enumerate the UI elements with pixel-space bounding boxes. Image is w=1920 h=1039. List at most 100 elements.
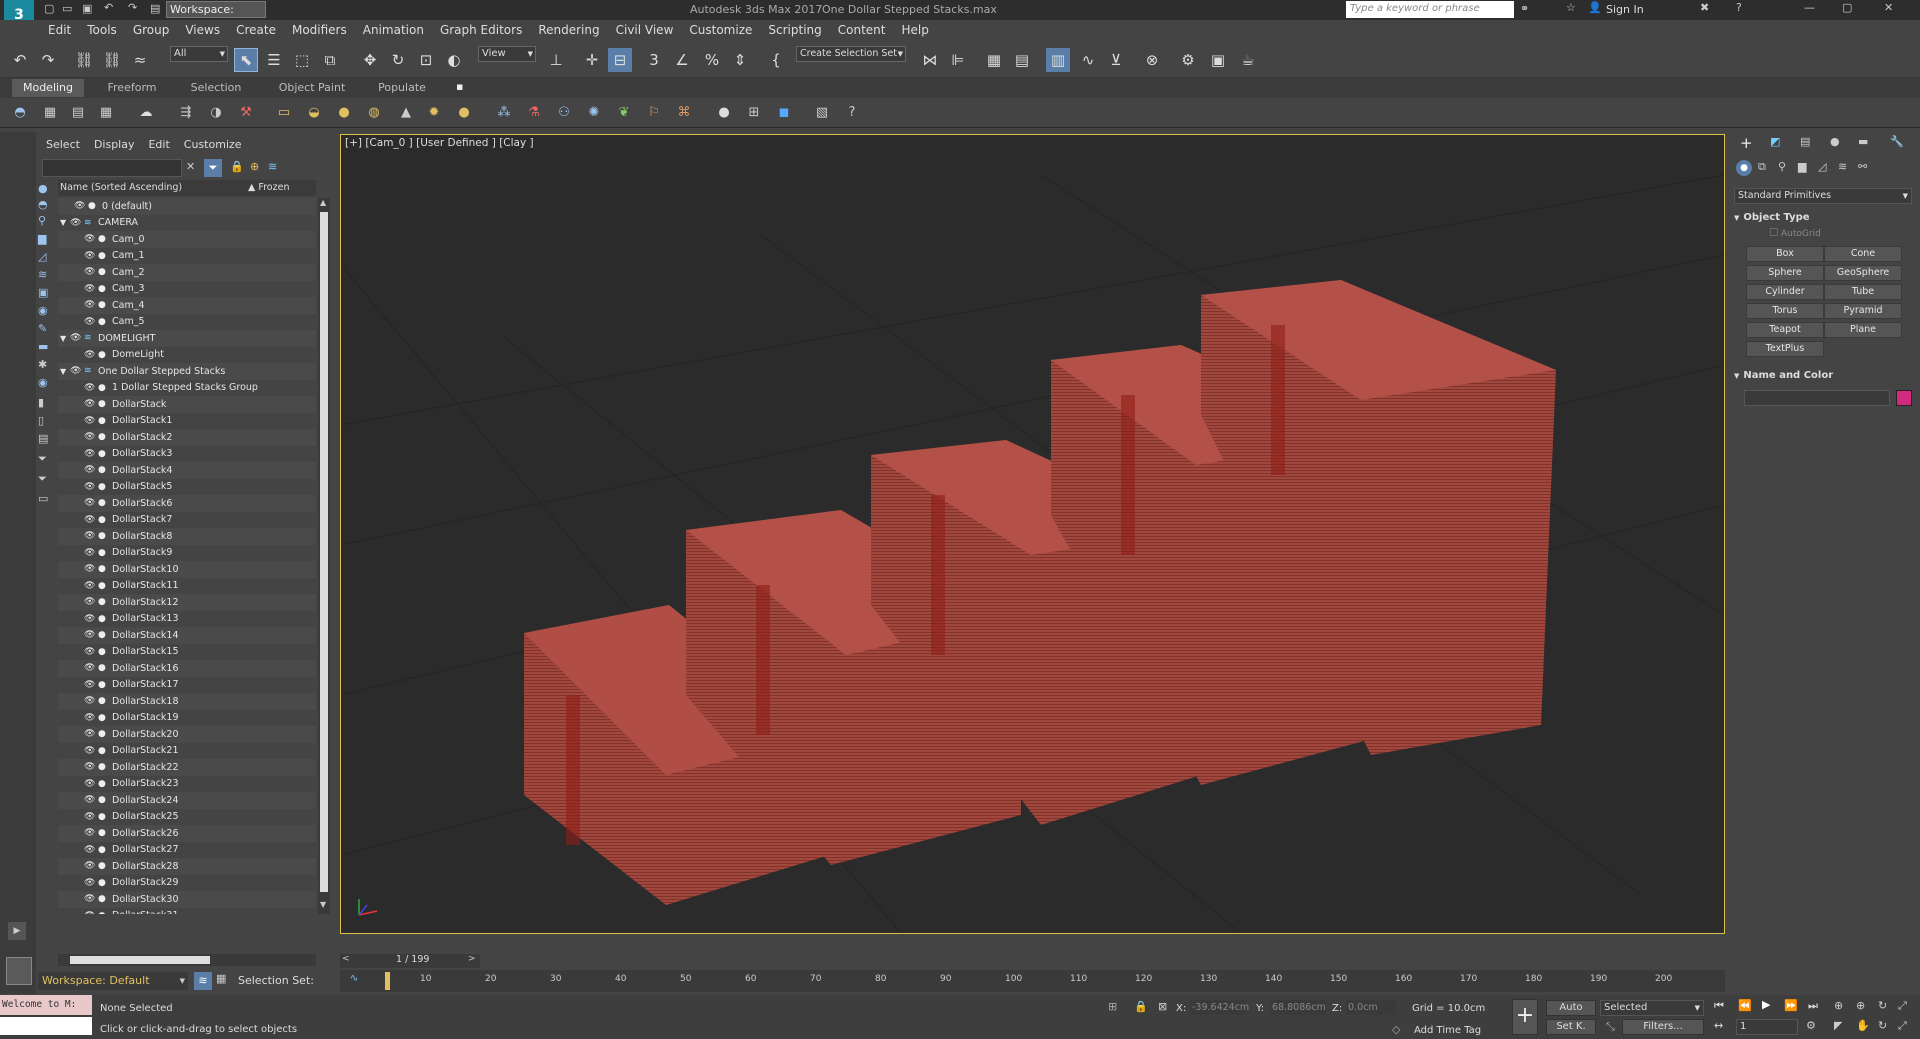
scroll-down-icon[interactable]: ▼ [320, 900, 326, 909]
clear-search-icon[interactable]: ✕ [186, 160, 195, 173]
render-production-icon[interactable]: ☕ [1236, 48, 1260, 72]
redo-small-icon[interactable]: ↷ [128, 1, 137, 14]
scroll-up-icon[interactable]: ▲ [320, 198, 326, 207]
rendered-frame-window-icon[interactable]: ▣ [1206, 48, 1230, 72]
autogrid-checkbox[interactable]: AutoGrid [1770, 228, 1821, 239]
menu-help[interactable]: Help [894, 20, 937, 40]
display-tab-icon[interactable]: ▬ [1858, 135, 1868, 148]
minimize-icon[interactable]: — [1804, 1, 1815, 14]
redo-icon[interactable]: ↷ [36, 48, 60, 72]
list-item[interactable]: 👁 ● DollarStack22 [58, 759, 316, 776]
maxscript-input[interactable] [0, 1017, 92, 1035]
display-folder-icon[interactable]: ▭ [38, 492, 48, 505]
close-icon[interactable]: ✕ [1884, 1, 1893, 14]
add-time-tag[interactable]: Add Time Tag [1414, 1025, 1481, 1036]
visibility-eye-icon[interactable]: 👁 [70, 366, 84, 376]
visibility-eye-icon[interactable]: 👁 [84, 696, 98, 706]
ribbon-tool-8-icon[interactable]: ⚒ [236, 102, 256, 122]
filter-icon[interactable]: ⏷ [204, 159, 222, 177]
next-frame-icon[interactable]: ⏩ [1784, 999, 1798, 1012]
visibility-eye-icon[interactable]: 👁 [84, 630, 98, 640]
geosphere-button[interactable]: GeoSphere [1824, 265, 1902, 281]
list-item[interactable]: 👁 ● 1 Dollar Stepped Stacks Group [58, 379, 316, 396]
set-key-button[interactable]: Set K. [1546, 1019, 1596, 1035]
menu-create[interactable]: Create [228, 20, 284, 40]
visibility-eye-icon[interactable]: 👁 [84, 845, 98, 855]
list-item[interactable]: 👁 ● DollarStack10 [58, 561, 316, 578]
list-item[interactable]: 👁 ● DollarStack13 [58, 610, 316, 627]
list-item[interactable]: 👁 ● Cam_3 [58, 280, 316, 297]
filters-button[interactable]: Filters... [1622, 1019, 1704, 1035]
workspace-dropdown[interactable]: Workspace: Default▼ [166, 1, 266, 31]
ribbon-tool-7-icon[interactable]: ◑ [206, 102, 226, 122]
display-xrefs-icon[interactable]: ◉ [38, 304, 48, 317]
window-crossing-icon[interactable]: ⧉ [318, 48, 342, 72]
visibility-eye-icon[interactable]: 👁 [84, 564, 98, 574]
time-slider[interactable]: < 1 / 199 > [340, 954, 480, 968]
teapot-button[interactable]: Teapot [1746, 322, 1824, 338]
visibility-eye-icon[interactable]: 👁 [84, 663, 98, 673]
visibility-eye-icon[interactable]: 👁 [84, 350, 98, 360]
scene-explorer-toggle-icon[interactable]: ▦ [216, 972, 226, 985]
list-item[interactable]: 👁 ● DollarStack5 [58, 478, 316, 495]
ribbon-tool-15-icon[interactable]: ⌘ [674, 102, 694, 122]
visibility-eye-icon[interactable]: 👁 [84, 878, 98, 888]
mirror-icon[interactable]: ⋈ [918, 48, 942, 72]
display-cameras-icon[interactable]: ▆ [38, 232, 46, 245]
current-frame-marker[interactable] [385, 972, 390, 990]
visibility-eye-icon[interactable]: 👁 [84, 416, 98, 426]
material-editor-icon[interactable]: ⊗ [1140, 48, 1164, 72]
visibility-eye-icon[interactable]: 👁 [84, 779, 98, 789]
menu-animation[interactable]: Animation [355, 20, 432, 40]
menu-rendering[interactable]: Rendering [530, 20, 607, 40]
list-item[interactable]: 👁 ● Cam_0 [58, 231, 316, 248]
undo-icon[interactable]: ↶ [8, 48, 32, 72]
create-tab-icon[interactable]: + [1740, 134, 1753, 152]
toggle-ribbon-icon[interactable]: ▥ [1046, 48, 1070, 72]
display-frozen-icon[interactable]: ▮ [38, 396, 44, 409]
spacewarps-category-icon[interactable]: ≋ [1838, 160, 1847, 173]
set-key-plus-button[interactable]: + [1512, 999, 1538, 1035]
modify-tab-icon[interactable]: ◩ [1770, 135, 1780, 148]
ribbon-tool-14-icon[interactable]: ⚐ [644, 102, 664, 122]
torus-primitive-icon[interactable]: ◍ [364, 102, 384, 122]
ribbon-tool-10-icon[interactable]: ⚗ [524, 102, 544, 122]
y-coordinate-field[interactable]: 68.8086cm [1270, 1000, 1326, 1015]
ribbon-tool-3-icon[interactable]: ▤ [68, 102, 88, 122]
visibility-eye-icon[interactable]: 👁 [84, 647, 98, 657]
display-hidden-icon[interactable]: ▯ [38, 414, 44, 427]
scroll-thumb[interactable] [320, 212, 328, 892]
visibility-eye-icon[interactable]: 👁 [70, 218, 84, 228]
ribbon-tool-12-icon[interactable]: ✺ [584, 102, 604, 122]
link-icon[interactable]: ⛓ [72, 48, 96, 72]
ribbon-tool-18-icon[interactable]: ◼ [774, 102, 794, 122]
ribbon-help-icon[interactable]: ? [842, 102, 862, 122]
list-item[interactable]: 👁 ● DollarStack27 [58, 841, 316, 858]
selection-filter-dropdown[interactable]: All ▼ [170, 46, 228, 62]
visibility-eye-icon[interactable]: 👁 [84, 911, 98, 914]
visibility-eye-icon[interactable]: 👁 [84, 300, 98, 310]
visibility-eye-icon[interactable]: 👁 [84, 729, 98, 739]
light-icon[interactable]: ✹ [424, 102, 444, 122]
explorer-menu-edit[interactable]: Edit [148, 138, 169, 151]
ribbon-tool-11-icon[interactable]: ⚇ [554, 102, 574, 122]
layer-explorer-toggle-icon[interactable]: ≋ [194, 972, 212, 990]
list-item[interactable]: 👁●DollarStack31 [58, 907, 316, 914]
visibility-eye-icon[interactable]: 👁 [84, 531, 98, 541]
list-item[interactable]: ▼ 👁 ≋ One Dollar Stepped Stacks [58, 363, 316, 380]
isolate-selection-icon[interactable]: ⊞ [1108, 1000, 1117, 1013]
cone-button[interactable]: Cone [1824, 246, 1902, 262]
frame-ruler[interactable]: ∿ 10 20 30 40 50 60 70 80 90 100 110 120 130 140 150 16… [340, 970, 1725, 992]
ribbon-tool-17-icon[interactable]: ⊞ [744, 102, 764, 122]
list-item[interactable]: 👁 ● DollarStack12 [58, 594, 316, 611]
explorer-horizontal-scrollbar[interactable] [58, 954, 316, 966]
ribbon-options-icon[interactable]: ▪ [456, 80, 463, 93]
list-item[interactable]: 👁 ● DollarStack6 [58, 495, 316, 512]
visibility-eye-icon[interactable]: 👁 [84, 383, 98, 393]
list-item[interactable]: 👁 ● DollarStack18 [58, 693, 316, 710]
ribbon-tool-19-icon[interactable]: ▧ [812, 102, 832, 122]
utilities-tab-icon[interactable]: 🔧 [1890, 135, 1904, 148]
expand-arrow-icon[interactable]: ▶ [8, 922, 26, 940]
h-scroll-thumb[interactable] [70, 956, 210, 964]
reference-coordinate-dropdown[interactable]: View ▼ [478, 46, 536, 62]
